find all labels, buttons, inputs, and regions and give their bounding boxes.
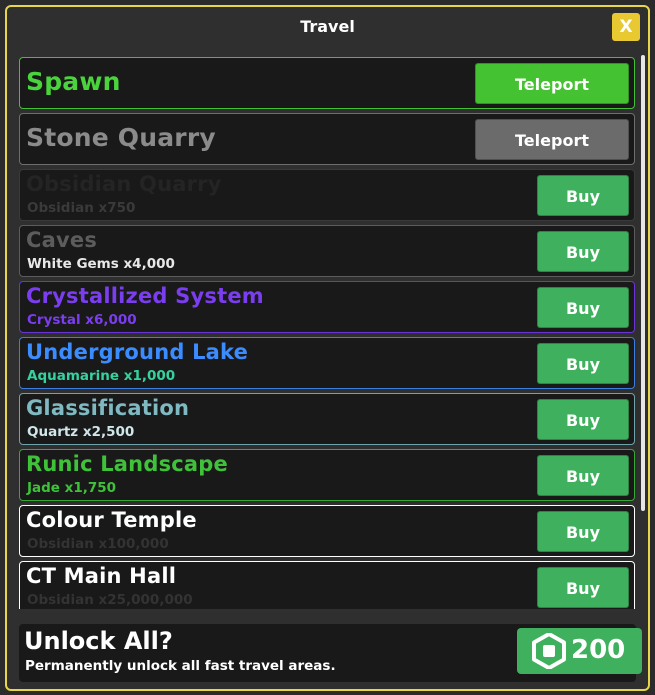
window-title: Travel <box>300 17 355 36</box>
buy-button[interactable]: Buy <box>537 231 629 272</box>
close-button[interactable]: X <box>612 13 640 41</box>
location-name: Underground Lake <box>26 340 249 364</box>
location-cost: Obsidian x25,000,000 <box>27 592 193 608</box>
location-cost: Obsidian x750 <box>27 200 136 216</box>
location-row: Stone Quarry Teleport <box>19 113 635 165</box>
robux-icon <box>532 633 566 669</box>
location-cost: Aquamarine x1,000 <box>27 368 176 384</box>
location-row: Runic Landscape Jade x1,750 Buy <box>19 449 635 501</box>
location-cost: Quartz x2,500 <box>27 424 135 440</box>
location-name: Crystallized System <box>26 284 264 308</box>
location-name: Spawn <box>26 67 121 96</box>
location-name: Runic Landscape <box>26 452 228 476</box>
location-cost: White Gems x4,000 <box>27 256 175 272</box>
location-row: Underground Lake Aquamarine x1,000 Buy <box>19 337 635 389</box>
location-row: Colour Temple Obsidian x100,000 Buy <box>19 505 635 557</box>
location-row: Obsidian Quarry Obsidian x750 Buy <box>19 169 635 221</box>
location-row: Crystallized System Crystal x6,000 Buy <box>19 281 635 333</box>
location-name: Glassification <box>26 396 190 420</box>
location-name: Stone Quarry <box>26 123 216 152</box>
location-row: Caves White Gems x4,000 Buy <box>19 225 635 277</box>
location-name: Caves <box>26 228 98 252</box>
unlock-all-price: 200 <box>571 635 626 665</box>
location-cost: Obsidian x100,000 <box>27 536 169 552</box>
travel-window: Travel X Spawn Teleport Stone Quarry Tel… <box>5 5 650 691</box>
location-row: Spawn Teleport <box>19 57 635 109</box>
location-row: Glassification Quartz x2,500 Buy <box>19 393 635 445</box>
location-name: Obsidian Quarry <box>26 172 222 196</box>
buy-button[interactable]: Buy <box>537 287 629 328</box>
location-name: CT Main Hall <box>26 564 177 588</box>
buy-button[interactable]: Buy <box>537 399 629 440</box>
location-list[interactable]: Spawn Teleport Stone Quarry Teleport Obs… <box>19 57 636 609</box>
location-cost: Crystal x6,000 <box>27 312 137 328</box>
teleport-button[interactable]: Teleport <box>475 119 629 160</box>
unlock-all-purchase-button[interactable]: 200 <box>517 628 642 674</box>
teleport-button[interactable]: Teleport <box>475 63 629 104</box>
buy-button[interactable]: Buy <box>537 455 629 496</box>
location-cost: Jade x1,750 <box>27 480 117 496</box>
location-name: Colour Temple <box>26 508 197 532</box>
buy-button[interactable]: Buy <box>537 343 629 384</box>
unlock-all-panel: Unlock All? Permanently unlock all fast … <box>19 624 642 682</box>
list-scrollbar[interactable] <box>641 55 645 511</box>
buy-button[interactable]: Buy <box>537 511 629 552</box>
buy-button[interactable]: Buy <box>537 567 629 608</box>
location-row: CT Main Hall Obsidian x25,000,000 Buy <box>19 561 635 609</box>
buy-button[interactable]: Buy <box>537 175 629 216</box>
unlock-all-title: Unlock All? <box>24 627 173 655</box>
unlock-all-subtitle: Permanently unlock all fast travel areas… <box>25 658 336 674</box>
